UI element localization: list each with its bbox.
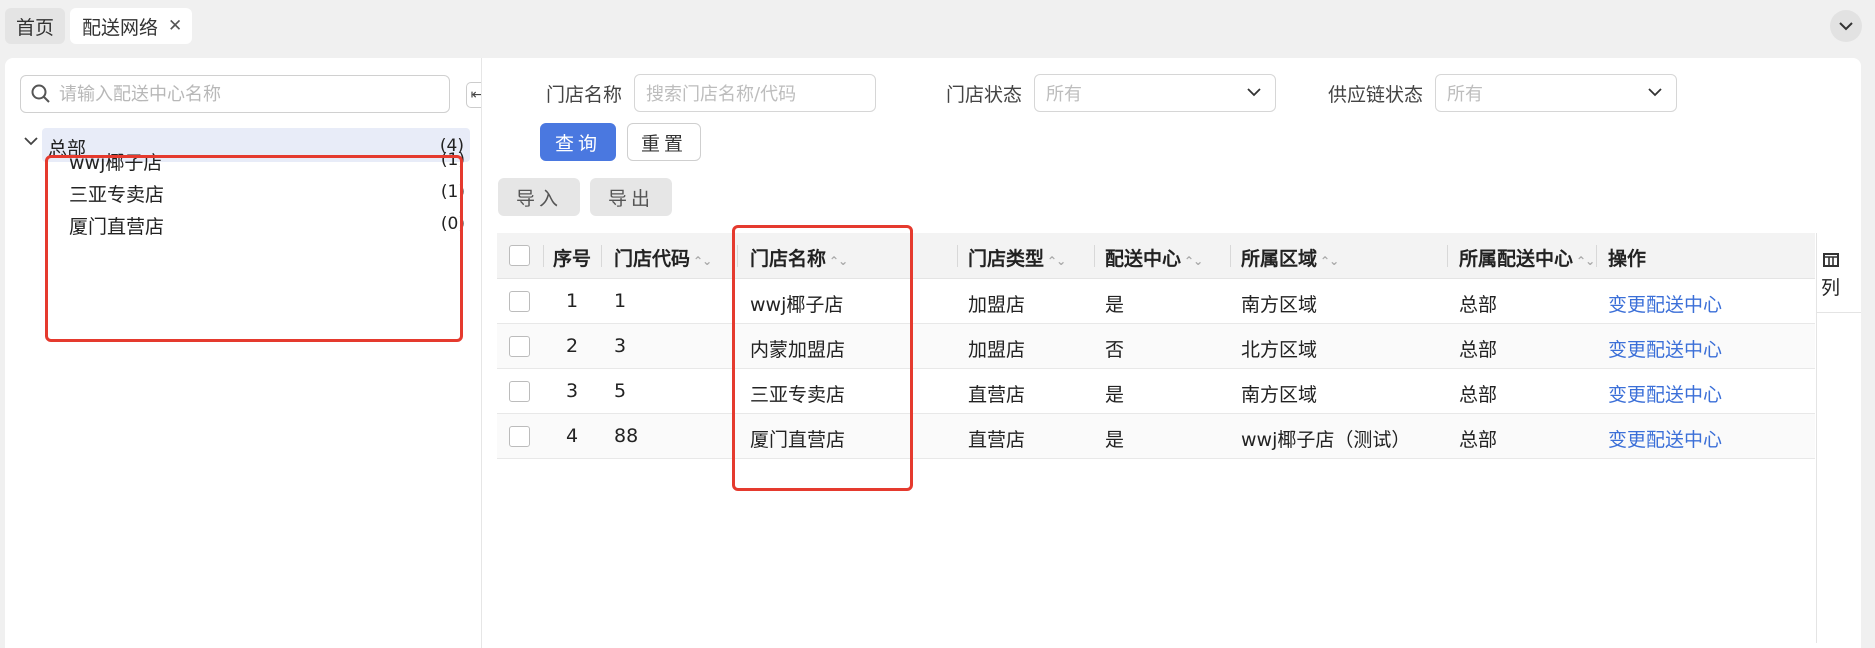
table-row: 2 3 内蒙加盟店 加盟店 否 北方区域 总部 变更配送中心	[497, 324, 1815, 369]
cell-index: 3	[566, 380, 579, 402]
sort-icon[interactable]: ⌃⌄	[1184, 254, 1203, 268]
tab-bar: 首页 配送网络 ✕	[0, 0, 1875, 50]
chevron-down-icon	[1648, 88, 1662, 97]
sort-icon[interactable]: ⌃⌄	[1320, 254, 1339, 268]
tree-search[interactable]	[20, 75, 450, 113]
store-status-value: 所有	[1046, 84, 1082, 105]
column-header-distribution-center[interactable]: 配送中心 ⌃⌄	[1105, 244, 1203, 271]
column-divider	[1447, 245, 1448, 267]
cell-distribution-center: 是	[1105, 384, 1125, 406]
cell-region: wwj椰子店（测试）	[1241, 429, 1411, 451]
cell-region: 南方区域	[1241, 384, 1318, 406]
change-center-link[interactable]: 变更配送中心	[1608, 290, 1722, 317]
column-label: 所属配送中心	[1459, 248, 1574, 270]
import-button[interactable]: 导入	[498, 178, 580, 216]
cell-parent-center: 总部	[1459, 384, 1498, 406]
cell-store-code: 1	[614, 290, 627, 312]
sort-icon[interactable]: ⌃⌄	[1576, 254, 1595, 268]
table-row: 1 1 wwj椰子店 加盟店 是 南方区域 总部 变更配送中心	[497, 279, 1815, 324]
column-header-parent-center[interactable]: 所属配送中心 ⌃⌄	[1459, 244, 1595, 271]
cell-index: 4	[566, 425, 579, 447]
supply-status-value: 所有	[1447, 84, 1483, 105]
cell-store-type: 直营店	[968, 429, 1026, 451]
store-status-label: 门店状态	[946, 84, 1023, 106]
cell-store-code: 3	[614, 335, 627, 357]
cell-store-type: 加盟店	[968, 294, 1026, 316]
select-all-checkbox[interactable]	[509, 245, 530, 266]
row-checkbox[interactable]	[509, 381, 530, 402]
cell-parent-center: 总部	[1459, 294, 1498, 316]
column-header-store-code[interactable]: 门店代码 ⌃⌄	[614, 244, 712, 271]
column-header-region[interactable]: 所属区域 ⌃⌄	[1241, 244, 1339, 271]
change-center-link[interactable]: 变更配送中心	[1608, 335, 1722, 362]
column-divider	[957, 245, 958, 267]
cell-index: 2	[566, 335, 579, 357]
distribution-tree-panel: ⇤ 总部 (4) wwj椰子店 (1) 三亚专卖店 (1) 厦门直营店 (0)	[5, 58, 486, 648]
store-name-input[interactable]: 搜索门店名称/代码	[634, 74, 876, 112]
table-row: 4 88 厦门直营店 直营店 是 wwj椰子店（测试） 总部 变更配送中心	[497, 414, 1815, 459]
sort-icon[interactable]: ⌃⌄	[693, 254, 712, 268]
row-checkbox[interactable]	[509, 336, 530, 357]
cell-region: 南方区域	[1241, 294, 1318, 316]
column-label: 配送中心	[1105, 248, 1182, 270]
cell-parent-center: 总部	[1459, 339, 1498, 361]
store-name-label: 门店名称	[546, 84, 623, 106]
chevron-down-icon	[1247, 88, 1261, 97]
cell-parent-center: 总部	[1459, 429, 1498, 451]
highlight-box-tree	[45, 155, 463, 342]
row-checkbox[interactable]	[509, 291, 530, 312]
columns-icon	[1823, 253, 1839, 267]
change-center-link[interactable]: 变更配送中心	[1608, 380, 1722, 407]
tab-label: 配送网络	[82, 16, 159, 39]
column-header-store-type[interactable]: 门店类型 ⌃⌄	[968, 244, 1066, 271]
cell-region: 北方区域	[1241, 339, 1318, 361]
column-label: 门店类型	[968, 248, 1045, 270]
cell-distribution-center: 否	[1105, 339, 1125, 361]
cell-store-type: 加盟店	[968, 339, 1026, 361]
column-divider	[601, 245, 602, 267]
column-label: 门店代码	[614, 248, 691, 270]
highlight-box-store-name-column	[732, 225, 913, 491]
tree-search-input[interactable]	[59, 83, 439, 105]
column-settings-button[interactable]: 列	[1816, 233, 1861, 313]
supply-status-label: 供应链状态	[1328, 84, 1424, 106]
table-header: 序号 门店代码 ⌃⌄ 门店名称 ⌃⌄ 门店类型 ⌃⌄ 配送中心 ⌃⌄ 所属区域 ⌃⌄ 所属…	[497, 233, 1815, 279]
cell-store-code: 5	[614, 380, 627, 402]
cell-distribution-center: 是	[1105, 294, 1125, 316]
column-header-actions: 操作	[1608, 248, 1647, 270]
cell-index: 1	[566, 290, 579, 312]
column-divider	[1094, 245, 1095, 267]
table-row: 3 5 三亚专卖店 直营店 是 南方区域 总部 变更配送中心	[497, 369, 1815, 414]
cell-distribution-center: 是	[1105, 429, 1125, 451]
sort-icon[interactable]: ⌃⌄	[1047, 254, 1066, 268]
column-divider	[1230, 245, 1231, 267]
cell-store-code: 88	[614, 425, 639, 447]
row-checkbox[interactable]	[509, 426, 530, 447]
search-icon	[31, 84, 50, 103]
column-label: 所属区域	[1241, 248, 1318, 270]
supply-status-select[interactable]: 所有	[1435, 74, 1677, 112]
store-status-select[interactable]: 所有	[1034, 74, 1276, 112]
chevron-down-icon	[1839, 21, 1853, 30]
column-divider	[1596, 245, 1597, 267]
close-icon[interactable]: ✕	[168, 16, 182, 36]
chevron-down-icon[interactable]	[24, 136, 38, 146]
tab-delivery-network[interactable]: 配送网络 ✕	[70, 8, 192, 44]
column-settings-label: 列	[1821, 277, 1841, 299]
column-settings-divider	[1816, 313, 1817, 643]
tab-home[interactable]: 首页	[5, 8, 65, 44]
change-center-link[interactable]: 变更配送中心	[1608, 425, 1722, 452]
column-divider	[543, 245, 544, 267]
tabs-dropdown-button[interactable]	[1830, 10, 1862, 42]
cell-store-type: 直营店	[968, 384, 1026, 406]
reset-button[interactable]: 重置	[627, 123, 701, 161]
column-header-index: 序号	[553, 248, 592, 270]
export-button[interactable]: 导出	[590, 178, 672, 216]
query-button[interactable]: 查询	[540, 123, 616, 161]
